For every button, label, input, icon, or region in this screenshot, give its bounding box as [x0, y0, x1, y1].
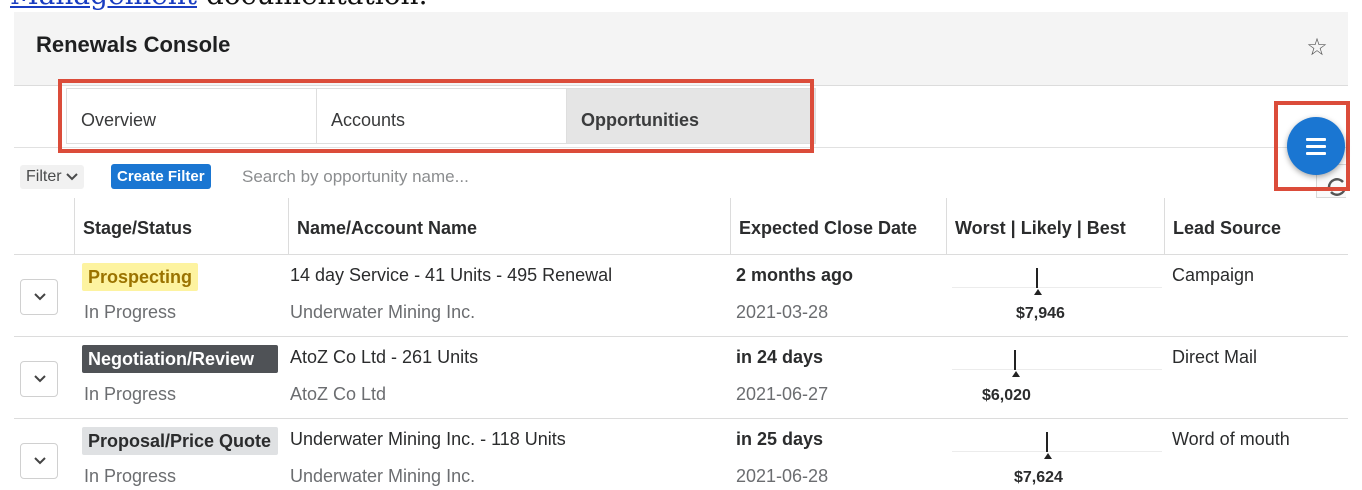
chevron-down-icon	[34, 293, 46, 301]
console-header: Renewals Console ☆	[14, 12, 1348, 86]
column-header-stage[interactable]: Stage/Status	[74, 198, 288, 254]
forecast-likely: $7,946	[1016, 305, 1065, 322]
row-expand-button[interactable]	[20, 443, 58, 479]
filter-label: Filter	[26, 168, 62, 185]
documentation-text: documentation.	[197, 0, 428, 11]
lead-source: Campaign	[1172, 265, 1255, 285]
close-date-relative: in 25 days	[736, 429, 824, 449]
row-expand-button[interactable]	[20, 361, 58, 397]
column-header-close-date[interactable]: Expected Close Date	[730, 198, 946, 254]
opportunity-name-link[interactable]: 14 day Service - 41 Units - 495 Renewal	[290, 265, 612, 286]
column-header-forecast[interactable]: Worst | Likely | Best	[946, 198, 1164, 254]
row-expand-button[interactable]	[20, 279, 58, 315]
close-date: 2021-06-27	[736, 384, 829, 404]
table-row: Proposal/Price Quote In Progress Underwa…	[14, 419, 1348, 490]
forecast-range: $7,946	[952, 255, 1162, 337]
forecast-marker	[1046, 432, 1048, 452]
column-header-lead-source[interactable]: Lead Source	[1164, 198, 1348, 254]
forecast-likely: $7,624	[1014, 469, 1063, 486]
close-date-relative: in 24 days	[736, 347, 824, 367]
chevron-down-icon	[34, 457, 46, 465]
chevron-down-icon	[34, 375, 46, 383]
stage-badge: Prospecting	[82, 263, 199, 291]
hamburger-menu-button[interactable]	[1287, 117, 1345, 175]
stage-badge: Proposal/Price Quote	[82, 427, 278, 455]
caret-up-icon	[1034, 289, 1042, 295]
filter-bar: Filter Create Filter	[14, 160, 1348, 198]
status-text: In Progress	[84, 466, 177, 486]
filter-dropdown[interactable]: Filter	[20, 165, 85, 189]
account-name-link[interactable]: AtoZ Co Ltd	[290, 384, 386, 405]
refresh-icon	[1327, 178, 1347, 196]
table-row: Negotiation/Review In Progress AtoZ Co L…	[14, 337, 1348, 419]
lead-source: Direct Mail	[1172, 347, 1258, 367]
account-name-link[interactable]: Underwater Mining Inc.	[290, 302, 475, 323]
tab-list: Overview Accounts Opportunities	[66, 88, 816, 144]
opportunity-name-link[interactable]: Underwater Mining Inc. - 118 Units	[290, 429, 566, 450]
tab-accounts[interactable]: Accounts	[316, 88, 566, 144]
caret-up-icon	[1044, 453, 1052, 459]
close-date: 2021-06-28	[736, 466, 829, 486]
account-name-link[interactable]: Underwater Mining Inc.	[290, 466, 475, 487]
documentation-link[interactable]: Management	[10, 0, 197, 11]
lead-source: Word of mouth	[1172, 429, 1290, 449]
forecast-likely: $6,020	[982, 387, 1031, 404]
status-text: In Progress	[84, 384, 177, 404]
stage-badge: Negotiation/Review	[82, 345, 278, 373]
close-date-relative: 2 months ago	[736, 265, 854, 285]
tab-overview[interactable]: Overview	[66, 88, 316, 144]
status-text: In Progress	[84, 302, 177, 322]
star-icon[interactable]: ☆	[1304, 34, 1330, 60]
caret-up-icon	[1012, 371, 1020, 377]
tab-strip: Overview Accounts Opportunities	[14, 86, 1348, 148]
close-date: 2021-03-28	[736, 302, 829, 322]
opportunity-name-link[interactable]: AtoZ Co Ltd - 261 Units	[290, 347, 478, 368]
forecast-marker	[1036, 268, 1038, 288]
table-row: Prospecting In Progress 14 day Service -…	[14, 255, 1348, 337]
search-input[interactable]	[236, 162, 1276, 192]
documentation-snippet: Management documentation.	[0, 0, 1362, 12]
forecast-range: $6,020	[952, 337, 1162, 419]
page-title: Renewals Console	[36, 32, 231, 57]
forecast-range: $7,624	[952, 419, 1162, 490]
chevron-down-icon	[66, 173, 78, 181]
forecast-marker	[1014, 350, 1016, 370]
create-filter-button[interactable]: Create Filter	[111, 164, 211, 189]
tab-opportunities[interactable]: Opportunities	[566, 88, 816, 144]
column-header-name[interactable]: Name/Account Name	[288, 198, 730, 254]
